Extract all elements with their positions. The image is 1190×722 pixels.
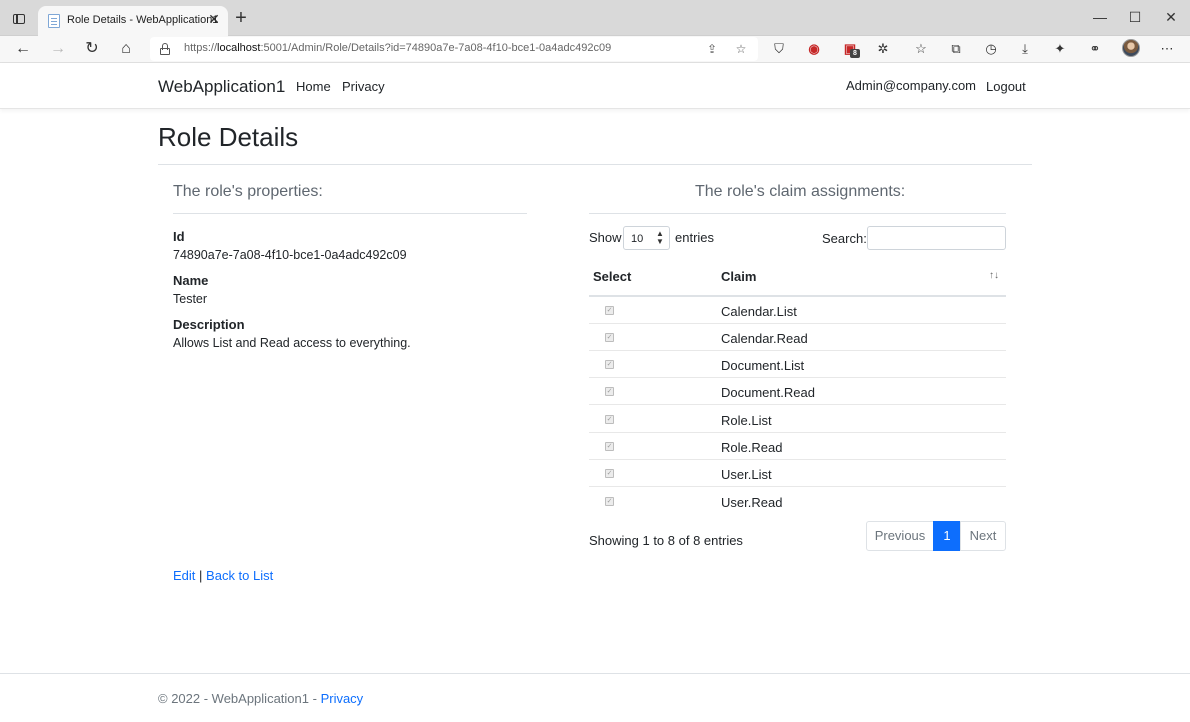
nav-privacy-link[interactable]: Privacy — [342, 79, 385, 94]
shield-icon[interactable]: ⛉ — [769, 39, 789, 59]
table-row: ✓ User.Read — [589, 488, 1006, 515]
page-1-button[interactable]: 1 — [933, 521, 961, 551]
next-page-button[interactable]: Next — [960, 521, 1006, 551]
select-checkbox[interactable]: ✓ — [605, 306, 614, 315]
claim-cell: User.List — [721, 467, 772, 482]
table-row: ✓ User.List — [589, 460, 1006, 487]
entries-label: entries — [675, 230, 715, 245]
brand-link[interactable]: WebApplication1 — [158, 77, 285, 97]
close-icon[interactable]: ✕ — [206, 11, 222, 27]
select-checkbox[interactable]: ✓ — [605, 333, 614, 342]
id-value: 74890a7e-7a08-4f10-bce1-0a4adc492c09 — [173, 248, 407, 262]
table-row: ✓ Calendar.List — [589, 297, 1006, 324]
claim-cell: Document.List — [721, 358, 805, 373]
description-value: Allows List and Read access to everythin… — [173, 336, 411, 350]
claim-cell: Calendar.List — [721, 304, 797, 319]
table-row: ✓ Role.Read — [589, 433, 1006, 460]
url-text: https://localhost:5001/Admin/Role/Detail… — [184, 42, 612, 54]
select-checkbox[interactable]: ✓ — [605, 387, 614, 396]
user-email[interactable]: Admin@company.com — [846, 78, 976, 93]
table-row: ✓ Role.List — [589, 406, 1006, 433]
id-label: Id — [173, 229, 185, 244]
history-icon[interactable]: ◷ — [981, 39, 1001, 59]
profile-avatar[interactable] — [1122, 39, 1140, 57]
close-window-icon[interactable]: ✕ — [1158, 6, 1184, 28]
title-divider — [158, 164, 1032, 165]
footer: © 2022 - WebApplication1 - Privacy — [158, 691, 363, 706]
name-value: Tester — [173, 292, 208, 306]
claim-cell: Calendar.Read — [721, 331, 808, 346]
previous-page-button[interactable]: Previous — [866, 521, 934, 551]
maximize-icon[interactable]: ☐ — [1122, 6, 1148, 28]
claim-cell: User.Read — [721, 495, 783, 510]
copilot-icon[interactable]: ✦ — [1050, 39, 1070, 59]
length-label: Show — [589, 230, 622, 245]
plus-icon[interactable]: + — [232, 8, 250, 28]
column-header-select[interactable]: Select — [593, 269, 631, 284]
select-checkbox[interactable]: ✓ — [605, 469, 614, 478]
collections-icon[interactable]: ⧉ — [946, 39, 966, 59]
edit-link[interactable]: Edit — [173, 568, 195, 583]
page-favicon-icon — [48, 14, 60, 28]
search-label: Search: — [822, 231, 867, 246]
puzzle-icon[interactable]: ✲ — [873, 39, 893, 59]
page-title: Role Details — [158, 122, 299, 152]
claims-heading: The role's claim assignments: — [695, 183, 906, 200]
tab-actions-icon[interactable] — [10, 10, 28, 28]
action-links: Edit | Back to List — [173, 568, 273, 583]
select-checkbox[interactable]: ✓ — [605, 415, 614, 424]
site-navbar: WebApplication1 Home Privacy Admin@compa… — [0, 63, 1190, 109]
select-arrows-icon: ▲ ▼ — [656, 229, 664, 246]
browser-titlebar: Role Details - WebApplication1 ✕ + — ☐ ✕ — [0, 0, 1190, 36]
table-row: ✓ Calendar.Read — [589, 324, 1006, 351]
link-separator: | — [199, 568, 203, 583]
favorites-icon[interactable]: ☆ — [911, 39, 931, 59]
search-input[interactable] — [867, 226, 1006, 250]
share-icon[interactable]: ⇪ — [704, 41, 720, 57]
column-header-claim[interactable]: Claim — [721, 269, 756, 284]
back-to-list-link[interactable]: Back to List — [206, 568, 273, 583]
claim-cell: Role.Read — [721, 440, 783, 455]
claim-cell: Role.List — [721, 413, 772, 428]
nav-home-link[interactable]: Home — [296, 79, 331, 94]
more-icon[interactable]: ⋯ — [1157, 39, 1177, 59]
ublock-icon[interactable]: ◉ — [804, 39, 824, 59]
home-icon[interactable]: ⌂ — [115, 38, 137, 60]
table-row: ✓ Document.List — [589, 351, 1006, 378]
table-row: ✓ Document.Read — [589, 378, 1006, 405]
extension-badge: 8 — [850, 49, 860, 58]
forward-arrow-icon[interactable]: → — [47, 38, 69, 60]
page-length-value: 10 — [631, 233, 644, 245]
download-icon[interactable]: ⤓ — [1015, 39, 1035, 59]
select-checkbox[interactable]: ✓ — [605, 442, 614, 451]
browser-tab[interactable]: Role Details - WebApplication1 ✕ — [38, 6, 228, 36]
favorite-add-icon[interactable]: ☆ — [733, 41, 749, 57]
description-label: Description — [173, 317, 245, 332]
back-arrow-icon[interactable]: ← — [12, 38, 34, 60]
minimize-icon[interactable]: — — [1087, 6, 1113, 28]
select-checkbox[interactable]: ✓ — [605, 497, 614, 506]
sort-icon[interactable]: ↑↓ — [989, 270, 999, 281]
address-bar[interactable]: https://localhost:5001/Admin/Role/Detail… — [150, 37, 758, 61]
extension-icon[interactable]: ▣8 — [840, 39, 860, 59]
properties-heading: The role's properties: — [173, 183, 323, 200]
footer-text: © 2022 - WebApplication1 - — [158, 691, 317, 706]
logout-link[interactable]: Logout — [986, 79, 1026, 94]
claim-cell: Document.Read — [721, 385, 815, 400]
table-info: Showing 1 to 8 of 8 entries — [589, 533, 743, 548]
lock-icon[interactable] — [160, 43, 170, 55]
browser-toolbar: ← → ↻ ⌂ https://localhost:5001/Admin/Rol… — [0, 36, 1190, 63]
page-length-select[interactable]: 10 ▲ ▼ — [623, 226, 670, 250]
name-label: Name — [173, 273, 209, 288]
claims-divider — [589, 213, 1006, 214]
footer-privacy-link[interactable]: Privacy — [321, 691, 364, 706]
sidebar-icon[interactable]: ⚭ — [1085, 39, 1105, 59]
tab-title: Role Details - WebApplication1 — [67, 14, 219, 26]
properties-divider — [173, 213, 527, 214]
reload-icon[interactable]: ↻ — [81, 38, 103, 60]
select-checkbox[interactable]: ✓ — [605, 360, 614, 369]
footer-divider — [0, 673, 1190, 674]
